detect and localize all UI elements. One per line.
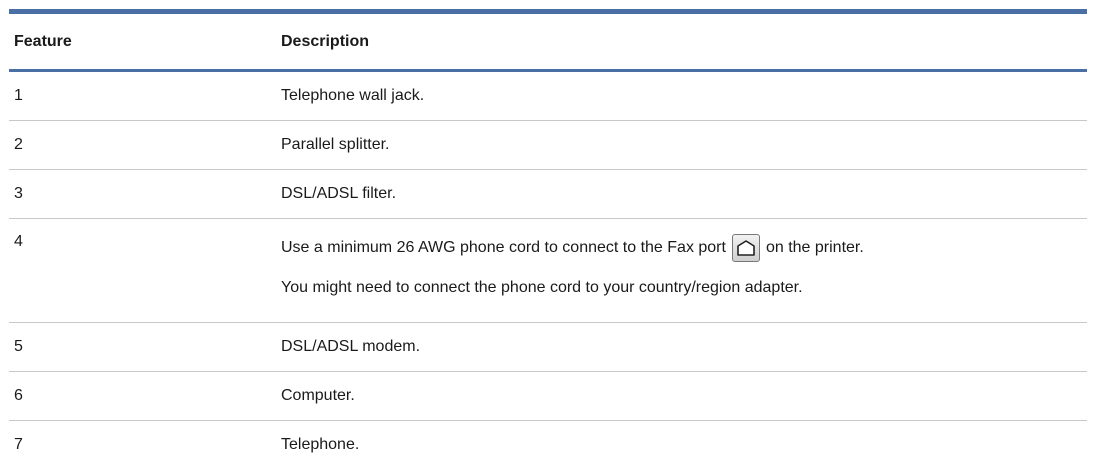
feature-description: DSL/ADSL filter. bbox=[281, 185, 397, 202]
table-row: 3 DSL/ADSL filter. bbox=[9, 170, 1087, 219]
feature-description: Computer. bbox=[281, 387, 355, 404]
description-text: on the printer. bbox=[765, 239, 864, 256]
table-header-row: Feature Description bbox=[9, 14, 1087, 72]
table-row: 2 Parallel splitter. bbox=[9, 121, 1087, 170]
table-row: 4 Use a minimum 26 AWG phone cord to con… bbox=[9, 219, 1087, 323]
fax-port-icon bbox=[731, 234, 760, 262]
table-row: 5 DSL/ADSL modem. bbox=[9, 323, 1087, 372]
table-row: 1 Telephone wall jack. bbox=[9, 72, 1087, 121]
description-paragraph: Use a minimum 26 AWG phone cord to conne… bbox=[281, 234, 1087, 262]
feature-number: 2 bbox=[14, 136, 23, 153]
feature-number: 1 bbox=[14, 87, 23, 104]
feature-description: Use a minimum 26 AWG phone cord to conne… bbox=[281, 219, 1087, 297]
header-feature: Feature bbox=[14, 32, 72, 50]
feature-number: 6 bbox=[14, 387, 23, 404]
feature-description: Parallel splitter. bbox=[281, 136, 390, 153]
description-text: Use a minimum 26 AWG phone cord to conne… bbox=[281, 239, 726, 256]
feature-number: 3 bbox=[14, 185, 23, 202]
feature-table: Feature Description 1 Telephone wall jac… bbox=[9, 9, 1087, 469]
feature-description: Telephone wall jack. bbox=[281, 87, 425, 104]
table-row: 7 Telephone. bbox=[9, 421, 1087, 469]
feature-description: DSL/ADSL modem. bbox=[281, 338, 421, 355]
description-note: You might need to connect the phone cord… bbox=[281, 279, 803, 296]
header-description: Description bbox=[281, 32, 370, 50]
feature-number: 5 bbox=[14, 338, 23, 355]
feature-number: 4 bbox=[14, 233, 23, 250]
feature-number: 7 bbox=[14, 436, 23, 453]
feature-description: Telephone. bbox=[281, 436, 360, 453]
table-row: 6 Computer. bbox=[9, 372, 1087, 421]
